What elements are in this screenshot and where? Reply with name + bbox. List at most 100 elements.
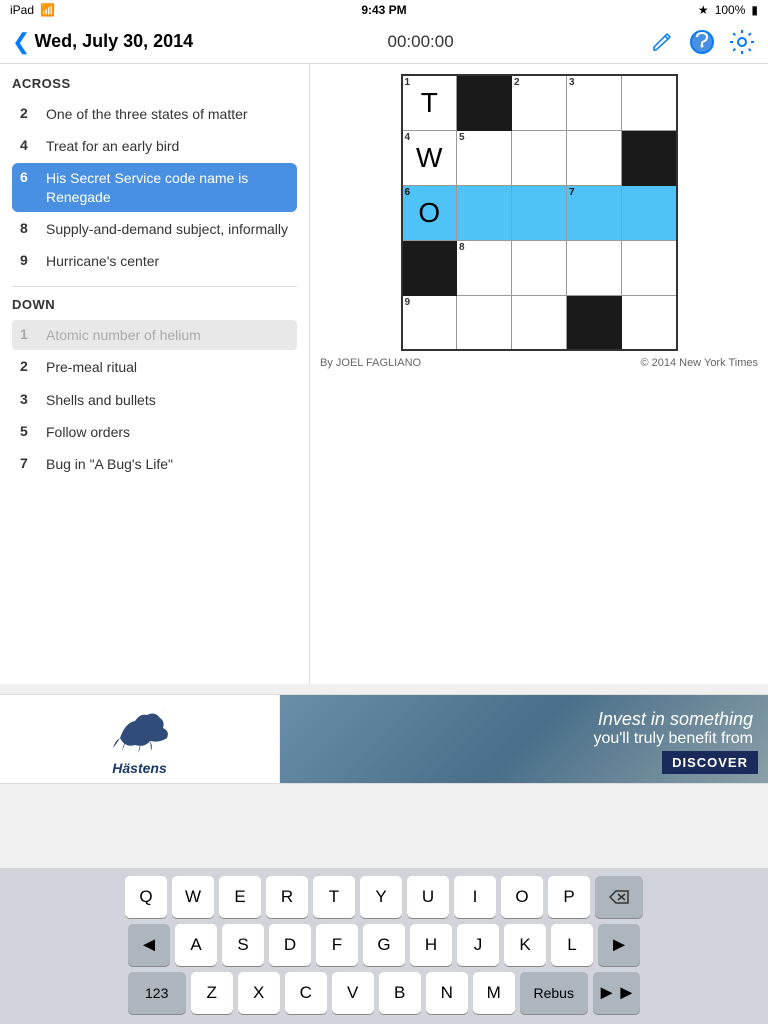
key-e[interactable]: E [219, 876, 261, 918]
key-g[interactable]: G [363, 924, 405, 966]
cell-5-1[interactable]: 9 [402, 295, 457, 350]
clue-down-2[interactable]: 2 Pre-meal ritual [12, 352, 297, 382]
delete-key[interactable] [595, 876, 643, 918]
cell-3-3[interactable] [512, 185, 567, 240]
carrier-label: iPad [10, 3, 34, 17]
cell-5-2[interactable] [457, 295, 512, 350]
cell-3-5[interactable] [622, 185, 677, 240]
next-clue-key[interactable]: ► [598, 924, 640, 966]
key-t[interactable]: T [313, 876, 355, 918]
key-z[interactable]: Z [191, 972, 233, 1014]
cell-5-4 [567, 295, 622, 350]
key-w[interactable]: W [172, 876, 214, 918]
clue-across-9[interactable]: 9 Hurricane's center [12, 246, 297, 276]
cell-4-3[interactable] [512, 240, 567, 295]
key-i[interactable]: I [454, 876, 496, 918]
grid-row-1: 1 T 2 3 [402, 75, 677, 130]
cell-5-5[interactable] [622, 295, 677, 350]
cell-3-1[interactable]: 6 O [402, 185, 457, 240]
number-key[interactable]: 123 [128, 972, 186, 1014]
key-o[interactable]: O [501, 876, 543, 918]
clue-across-2[interactable]: 2 One of the three states of matter [12, 99, 297, 129]
key-q[interactable]: Q [125, 876, 167, 918]
cell-4-2[interactable]: 8 [457, 240, 512, 295]
clue-text: Bug in "A Bug's Life" [46, 455, 173, 473]
cell-2-1[interactable]: 4 W [402, 130, 457, 185]
cell-4-1 [402, 240, 457, 295]
grid-area: 1 T 2 3 4 W [310, 64, 768, 684]
prev-clue-key[interactable]: ◄ [128, 924, 170, 966]
wifi-icon: 📶 [40, 3, 55, 17]
key-m[interactable]: M [473, 972, 515, 1014]
grid-copyright: © 2014 New York Times [640, 357, 758, 369]
ad-cta[interactable]: DISCOVER [662, 751, 758, 774]
nav-back[interactable]: ❮ Wed, July 30, 2014 [12, 29, 193, 55]
clue-down-5[interactable]: 5 Follow orders [12, 417, 297, 447]
ad-horse-icon [105, 703, 175, 758]
cell-3-4[interactable]: 7 [567, 185, 622, 240]
clue-text: Shells and bullets [46, 391, 156, 409]
crossword-grid[interactable]: 1 T 2 3 4 W [401, 74, 678, 351]
ad-tagline1: Invest in something [593, 709, 753, 730]
cell-1-3[interactable]: 2 [512, 75, 567, 130]
settings-button[interactable] [728, 28, 756, 56]
main-content: ACROSS 2 One of the three states of matt… [0, 64, 768, 684]
cell-2-4[interactable] [567, 130, 622, 185]
key-r[interactable]: R [266, 876, 308, 918]
key-f[interactable]: F [316, 924, 358, 966]
key-l[interactable]: L [551, 924, 593, 966]
ad-text-overlay: Invest in something you'll truly benefit… [593, 709, 753, 748]
clue-text: Treat for an early bird [46, 137, 179, 155]
cell-1-5[interactable] [622, 75, 677, 130]
clue-number: 9 [20, 252, 40, 268]
key-v[interactable]: V [332, 972, 374, 1014]
keyboard-row-1: Q W E R T Y U I O P [4, 876, 764, 918]
clue-down-3[interactable]: 3 Shells and bullets [12, 385, 297, 415]
key-s[interactable]: S [222, 924, 264, 966]
key-y[interactable]: Y [360, 876, 402, 918]
clues-panel: ACROSS 2 One of the three states of matt… [0, 64, 310, 684]
key-u[interactable]: U [407, 876, 449, 918]
grid-row-3: 6 O 7 [402, 185, 677, 240]
clue-down-1[interactable]: 1 Atomic number of helium [12, 320, 297, 350]
ad-banner[interactable]: Hästens Invest in something you'll truly… [0, 694, 768, 784]
key-a[interactable]: A [175, 924, 217, 966]
grid-attribution: By JOEL FAGLIANO © 2014 New York Times [320, 357, 758, 369]
cell-1-4[interactable]: 3 [567, 75, 622, 130]
key-c[interactable]: C [285, 972, 327, 1014]
clue-number: 2 [20, 105, 40, 121]
cell-4-4[interactable] [567, 240, 622, 295]
cell-1-1[interactable]: 1 T [402, 75, 457, 130]
cell-5-3[interactable] [512, 295, 567, 350]
cell-2-5 [622, 130, 677, 185]
key-h[interactable]: H [410, 924, 452, 966]
key-j[interactable]: J [457, 924, 499, 966]
help-button[interactable] [688, 28, 716, 56]
clue-number: 3 [20, 391, 40, 407]
rebus-key[interactable]: Rebus [520, 972, 588, 1014]
key-b[interactable]: B [379, 972, 421, 1014]
key-x[interactable]: X [238, 972, 280, 1014]
clue-across-6[interactable]: 6 His Secret Service code name is Renega… [12, 163, 297, 211]
next-right-key[interactable]: ►► [593, 972, 641, 1014]
key-k[interactable]: K [504, 924, 546, 966]
clue-across-8[interactable]: 8 Supply-and-demand subject, informally [12, 214, 297, 244]
clue-number: 4 [20, 137, 40, 153]
key-n[interactable]: N [426, 972, 468, 1014]
grid-row-5: 9 [402, 295, 677, 350]
cell-2-3[interactable] [512, 130, 567, 185]
ad-right: Invest in something you'll truly benefit… [280, 694, 768, 784]
clue-text: One of the three states of matter [46, 105, 248, 123]
key-p[interactable]: P [548, 876, 590, 918]
cell-2-2[interactable]: 5 [457, 130, 512, 185]
clue-across-4[interactable]: 4 Treat for an early bird [12, 131, 297, 161]
pencil-button[interactable] [648, 28, 676, 56]
status-right: ★ 100% ▮ [698, 3, 758, 17]
cell-3-2[interactable] [457, 185, 512, 240]
cell-4-5[interactable] [622, 240, 677, 295]
clue-down-7[interactable]: 7 Bug in "A Bug's Life" [12, 449, 297, 479]
keyboard-row-2: ◄ A S D F G H J K L ► [4, 924, 764, 966]
key-d[interactable]: D [269, 924, 311, 966]
back-chevron-icon: ❮ [12, 29, 30, 55]
status-time: 9:43 PM [361, 3, 406, 17]
